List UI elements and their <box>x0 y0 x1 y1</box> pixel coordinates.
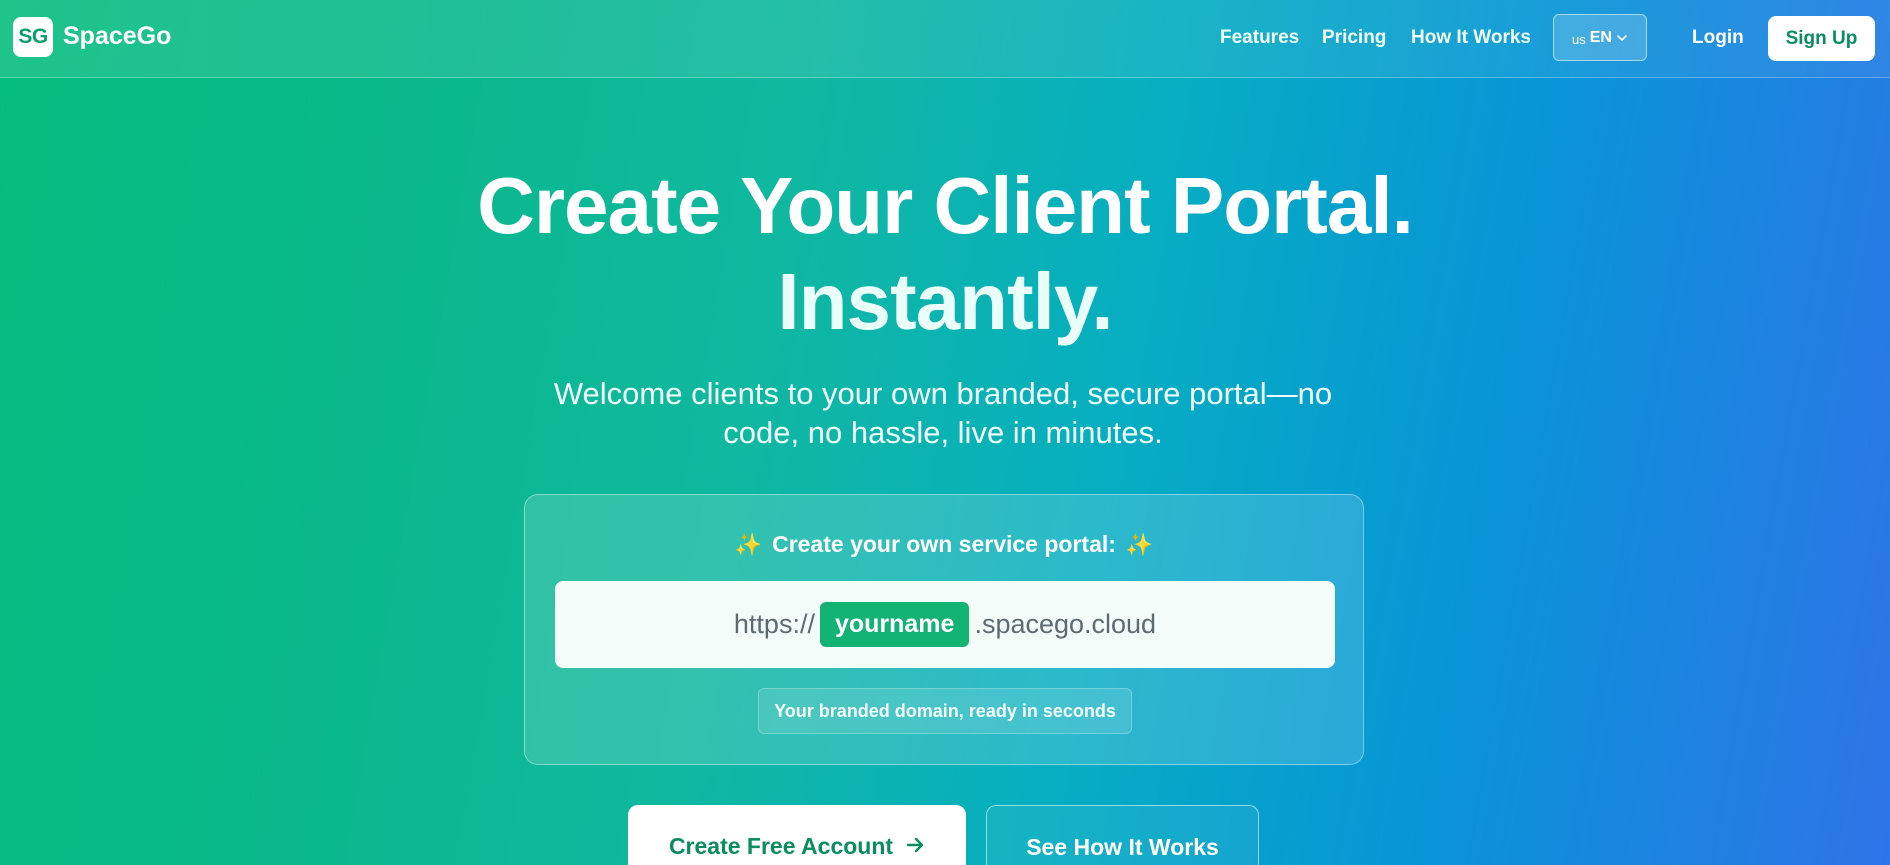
brand-name[interactable]: SpaceGo <box>63 22 171 51</box>
nav-link-pricing[interactable]: Pricing <box>1322 27 1386 49</box>
create-free-account-label: Create Free Account <box>668 833 894 859</box>
portal-url-field[interactable]: https:// yourname .spacego.cloud <box>555 581 1335 668</box>
url-suffix: .spacego.cloud <box>974 609 1157 639</box>
flag-icon: us <box>1572 32 1586 47</box>
see-how-it-works-button[interactable]: See How It Works <box>986 805 1259 865</box>
logo-icon[interactable]: SG <box>13 17 53 57</box>
language-selector[interactable]: us EN <box>1553 14 1647 61</box>
nav-link-features[interactable]: Features <box>1220 27 1299 49</box>
sparkle-icon: ✨ <box>734 532 763 557</box>
sparkle-icon: ✨ <box>1125 532 1154 557</box>
nav-link-how-it-works[interactable]: How It Works <box>1411 27 1531 49</box>
create-free-account-button[interactable]: Create Free Account <box>628 805 966 865</box>
url-slug-input[interactable]: yourname <box>819 602 970 647</box>
language-code: EN <box>1589 28 1612 46</box>
hero-subtitle: Welcome clients to your own branded, sec… <box>553 376 1333 450</box>
chevron-down-icon <box>1617 34 1627 41</box>
portal-card: ✨ Create your own service portal: ✨ https:… <box>524 494 1364 765</box>
arrow-right-icon <box>906 837 924 853</box>
portal-card-title-row: ✨ Create your own service portal: ✨ <box>525 531 1363 558</box>
signup-button[interactable]: Sign Up <box>1768 16 1875 61</box>
login-link[interactable]: Login <box>1692 27 1744 49</box>
top-navbar: SG SpaceGo Features Pricing How It Works… <box>0 0 1890 78</box>
url-prefix: https:// <box>733 609 815 639</box>
hero-title-line2: Instantly. <box>777 257 1113 346</box>
domain-hint-badge: Your branded domain, ready in seconds <box>758 688 1132 734</box>
hero-title-line1: Create Your Client Portal. <box>477 161 1414 250</box>
portal-card-title: Create your own service portal: <box>772 531 1116 557</box>
